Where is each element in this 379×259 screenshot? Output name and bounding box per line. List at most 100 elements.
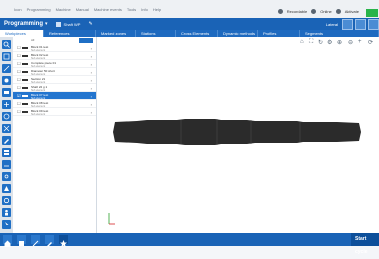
settings-icon[interactable] [2, 196, 11, 205]
view-button-2[interactable] [355, 18, 366, 30]
measure-icon[interactable] [2, 160, 11, 169]
cursor-icon[interactable] [2, 220, 11, 229]
chevron-right-icon[interactable]: › [91, 46, 92, 51]
tools-icon[interactable] [31, 235, 40, 247]
list-item[interactable]: ☐ Block 08 test Sub element › [13, 100, 96, 108]
connection-status-button[interactable] [366, 9, 378, 17]
add-icon[interactable]: + [358, 39, 362, 45]
checkbox-icon[interactable]: ☐ [17, 102, 21, 106]
zoom-fit-icon[interactable]: ⛶ [309, 39, 313, 46]
program-file-name[interactable]: Shaft WP [64, 22, 81, 27]
chevron-down-icon[interactable]: ▾ [45, 21, 48, 27]
checkbox-icon[interactable]: ☐ [17, 78, 21, 82]
list-item[interactable]: ☐ Block 09 test Sub element › [13, 108, 96, 116]
tab-marked-zones[interactable]: Marked zones [96, 30, 136, 37]
tab-cross-elements[interactable]: Cross Elements [176, 30, 218, 37]
checkbox-icon[interactable]: ☐ [17, 62, 21, 66]
tool-icon[interactable] [2, 76, 11, 85]
add-item-button[interactable] [79, 38, 93, 43]
chevron-right-icon[interactable]: › [91, 94, 92, 99]
edit-icon[interactable]: ✎ [88, 21, 92, 27]
chevron-right-icon[interactable]: › [91, 86, 92, 91]
settings-icon[interactable]: ⚙ [327, 39, 332, 46]
checkbox-icon[interactable]: ☐ [17, 86, 21, 90]
menu-item-7[interactable]: Help [153, 7, 161, 12]
list-item[interactable]: ☐ Shaft 22 g 1 Sub element › [13, 84, 96, 92]
pen-icon[interactable] [45, 235, 54, 247]
search-icon[interactable] [2, 40, 11, 49]
chevron-right-icon[interactable]: › [91, 102, 92, 107]
3d-viewport[interactable] [97, 37, 379, 233]
machine-icon[interactable] [17, 235, 26, 246]
tab-segments[interactable]: Segments [300, 30, 379, 37]
checkbox-icon[interactable]: ☑ [17, 94, 21, 98]
select-icon[interactable] [2, 88, 11, 97]
home-icon[interactable]: ⌂ [300, 39, 304, 45]
refresh-icon[interactable]: ⟳ [368, 39, 373, 46]
list-item-sub: Sub element [31, 112, 46, 116]
view-button-1[interactable] [342, 18, 353, 30]
chevron-right-icon[interactable]: › [91, 110, 92, 115]
user-name[interactable]: Aktivate [345, 9, 359, 14]
topbar-status: Recordable Online Aktivate [277, 9, 359, 14]
layers-icon[interactable] [2, 148, 11, 157]
part-icon [22, 103, 28, 105]
axis-indicator [108, 213, 115, 225]
part-icon [22, 79, 28, 81]
menu-item-6[interactable]: Info [141, 7, 148, 12]
list-item[interactable]: ☐ Block 02 test Sub element › [13, 52, 96, 60]
part-icon [22, 87, 28, 89]
add-icon[interactable] [2, 112, 11, 121]
page-title[interactable]: Programming [4, 21, 43, 27]
tab-stations[interactable]: Stations [136, 30, 176, 37]
program-bar: Programming ▾ Shaft WP ✎ Lateral [0, 18, 379, 30]
menu-item-3[interactable]: Manual [76, 7, 89, 12]
home-icon[interactable] [3, 235, 12, 247]
chevron-right-icon[interactable]: › [91, 54, 92, 59]
checkbox-icon[interactable]: ☐ [17, 110, 21, 114]
menu-item-2[interactable]: Machine [56, 7, 71, 12]
part-icon [22, 71, 28, 73]
tab-bar: Workpieces References Marked zones Stati… [0, 30, 379, 37]
part-icon [22, 47, 28, 49]
cut-icon[interactable] [2, 172, 11, 181]
person-icon[interactable] [2, 208, 11, 217]
menu-item-5[interactable]: Tools [127, 7, 136, 12]
shape-icon[interactable] [2, 184, 11, 193]
tab-references[interactable]: References [44, 30, 96, 37]
right-group-label: Lateral [325, 21, 338, 27]
view-button-3[interactable] [368, 18, 379, 30]
list-item[interactable]: ☐ Complete piece 01 Sub element › [13, 60, 96, 68]
star-icon[interactable] [59, 235, 68, 247]
list-item[interactable]: ☐ Block 01 test Sub element › [13, 44, 96, 52]
shaft-model [113, 119, 361, 145]
online-icon [311, 9, 317, 14]
part-icon [22, 111, 28, 113]
start-cycle-button[interactable]: Start cycle [351, 233, 379, 255]
zoom-in-icon[interactable]: ⊕ [337, 39, 342, 46]
menu-item-1[interactable]: Programming [27, 7, 51, 12]
list-item-selected[interactable]: ☑ Block 07 test Sub element › [13, 92, 96, 100]
pen-icon[interactable] [2, 136, 11, 145]
zoom-icon[interactable] [2, 100, 11, 109]
list-item[interactable]: ☐ Section 21 Sub element › [13, 76, 96, 84]
move-icon[interactable] [2, 124, 11, 133]
tab-profiles[interactable]: Profiles [258, 30, 300, 37]
rotate-icon[interactable]: ↻ [318, 39, 323, 46]
zoom-out-icon[interactable]: ⊖ [348, 39, 353, 46]
tab-workpieces[interactable]: Workpieces [0, 30, 44, 37]
checkbox-icon[interactable]: ☐ [17, 46, 21, 50]
tab-dynamic-methods[interactable]: Dynamic methods [218, 30, 258, 37]
arrow-icon[interactable] [2, 64, 11, 73]
chevron-right-icon[interactable]: › [91, 62, 92, 67]
chevron-right-icon[interactable]: › [91, 70, 92, 75]
status-online: Online [320, 9, 332, 14]
grid-icon[interactable] [2, 52, 11, 61]
chevron-right-icon[interactable]: › [91, 78, 92, 83]
list-item[interactable]: ☐ Diameter 50 short Sub element › [13, 68, 96, 76]
menu-item-0[interactable]: Icon [14, 7, 22, 12]
checkbox-icon[interactable]: ☐ [17, 54, 21, 58]
part-icon [22, 63, 28, 65]
menu-item-4[interactable]: Machine events [94, 7, 122, 12]
checkbox-icon[interactable]: ☐ [17, 70, 21, 74]
